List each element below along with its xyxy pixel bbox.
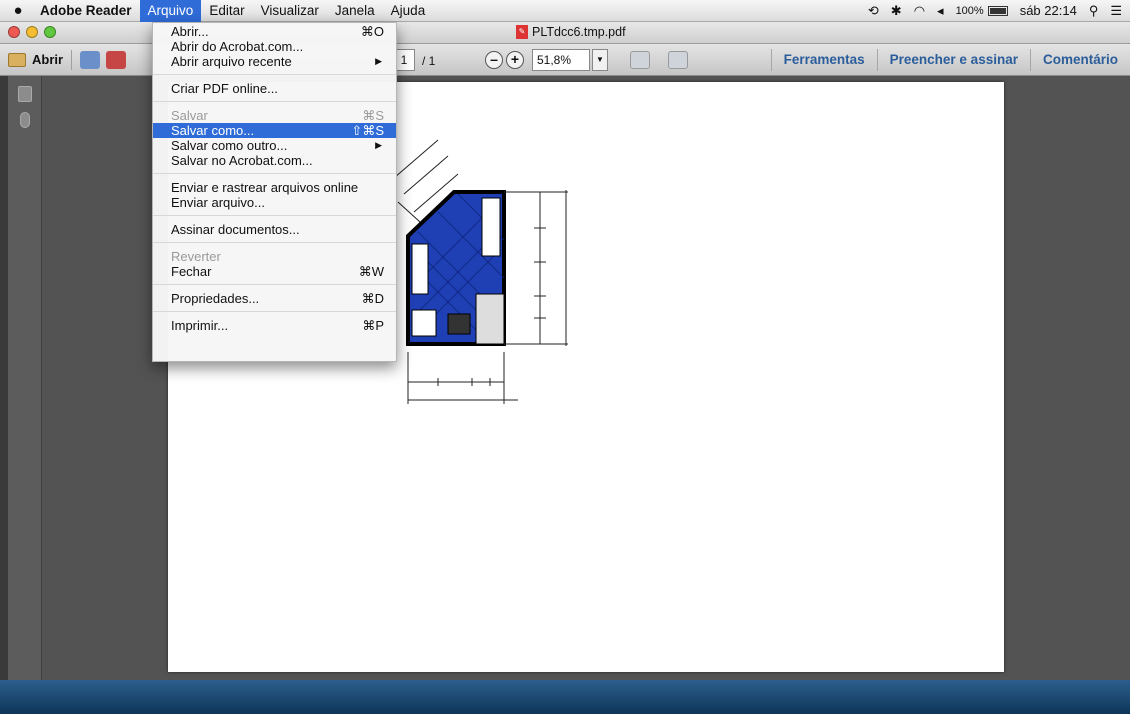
menu-separator [153, 284, 396, 285]
menu-separator [153, 101, 396, 102]
page-thumbnails-icon[interactable] [17, 86, 32, 102]
pdf-file-icon: ✎ [516, 25, 528, 39]
menu-separator [153, 215, 396, 216]
menu-separator [153, 242, 396, 243]
tools-link[interactable]: Ferramentas [770, 49, 877, 71]
menu-item-label: Salvar no Acrobat.com... [171, 153, 313, 168]
menu-item-label: Propriedades... [171, 291, 260, 306]
fill-and-sign-link[interactable]: Preencher e assinar [876, 49, 1030, 71]
open-button[interactable]: Abrir [0, 52, 63, 67]
menu-item-label: Salvar [171, 108, 208, 123]
menu-item-label: Assinar documentos... [171, 222, 300, 237]
comment-link[interactable]: Comentário [1029, 49, 1130, 71]
menu-item-abrir-recente[interactable]: Abrir arquivo recente ▶ [153, 54, 396, 69]
zoom-in-button[interactable]: + [506, 51, 524, 69]
attachments-icon[interactable] [19, 112, 30, 128]
menu-item-label: Enviar e rastrear arquivos online [171, 180, 359, 195]
menu-item-label: Abrir do Acrobat.com... [171, 39, 304, 54]
status-area: ⟲ ✱ ◠ ◂ 100% sáb 22:14 ⚲ ☰ [868, 3, 1130, 19]
menu-item-label: Fechar [171, 264, 212, 279]
window-title-text: PLTdcc6.tmp.pdf [532, 25, 626, 39]
menu-item-assinar[interactable]: Assinar documentos... [153, 222, 396, 237]
menu-item-shortcut: ⌘O [360, 24, 384, 39]
bluetooth-icon[interactable]: ✱ [891, 3, 902, 19]
menu-item-salvar-como[interactable]: Salvar como... ⇧⌘S [153, 123, 396, 138]
window-title: ✎ PLTdcc6.tmp.pdf [516, 25, 626, 39]
submenu-arrow-icon: ▶ [375, 56, 382, 66]
menu-bar: ● Adobe Reader Arquivo Editar Visualizar… [0, 0, 1130, 22]
menu-item-abrir[interactable]: Abrir... ⌘O [153, 24, 396, 39]
zoom-dropdown-icon[interactable]: ▼ [592, 49, 608, 71]
menu-arquivo[interactable]: Arquivo [139, 0, 202, 22]
menu-item-enviar-rastrear[interactable]: Enviar e rastrear arquivos online [153, 180, 396, 195]
menu-visualizar[interactable]: Visualizar [253, 0, 327, 22]
menu-item-label: Imprimir... [171, 318, 229, 333]
zoom-out-button[interactable]: – [485, 51, 503, 69]
menu-item-shortcut: ⌘S [362, 108, 384, 123]
battery-icon [987, 5, 1008, 16]
menu-item-shortcut: ⇧⌘S [351, 123, 384, 138]
menu-separator [153, 74, 396, 75]
zoom-level-input[interactable]: 51,8% [532, 49, 590, 71]
spotlight-icon[interactable]: ⚲ [1089, 3, 1099, 19]
menu-item-salvar-como-outro[interactable]: Salvar como outro... ▶ [153, 138, 396, 153]
volume-icon[interactable]: ◂ [937, 3, 944, 19]
fit-page-icon[interactable] [630, 51, 650, 69]
menu-item-label: Salvar como... [171, 123, 255, 138]
desktop-dock-area [0, 680, 1130, 714]
menu-ajuda[interactable]: Ajuda [383, 0, 434, 22]
wifi-icon[interactable]: ◠ [914, 3, 925, 19]
menu-item-label: Abrir... [171, 24, 209, 39]
clock[interactable]: sáb 22:14 [1020, 3, 1077, 18]
menu-separator [153, 173, 396, 174]
menu-item-shortcut: ⌘D [361, 291, 384, 306]
menu-item-propriedades[interactable]: Propriedades... ⌘D [153, 291, 396, 306]
menu-item-reverter: Reverter [153, 249, 396, 264]
apple-menu-icon[interactable]: ● [0, 2, 36, 19]
close-window-button[interactable] [8, 26, 20, 38]
battery-percent: 100% [955, 4, 984, 17]
full-screen-icon[interactable] [668, 51, 688, 69]
menu-item-label: Enviar arquivo... [171, 195, 265, 210]
menu-item-shortcut: ⌘P [362, 318, 384, 333]
menu-item-label: Criar PDF online... [171, 81, 278, 96]
menu-item-shortcut: ⌘W [358, 264, 384, 279]
menu-item-fechar[interactable]: Fechar ⌘W [153, 264, 396, 279]
file-menu-dropdown: Abrir... ⌘O Abrir do Acrobat.com... Abri… [152, 22, 397, 362]
notification-center-icon[interactable]: ☰ [1110, 3, 1122, 19]
menu-separator [153, 311, 396, 312]
minimize-window-button[interactable] [26, 26, 38, 38]
zoom-window-button[interactable] [44, 26, 56, 38]
create-pdf-icon[interactable] [80, 50, 101, 69]
toolbar-divider [71, 49, 73, 70]
menu-item-abrir-acrobat[interactable]: Abrir do Acrobat.com... [153, 39, 396, 54]
menu-item-enviar-arquivo[interactable]: Enviar arquivo... [153, 195, 396, 210]
time-machine-icon[interactable]: ⟲ [868, 3, 879, 19]
menu-item-salvar-acrobat[interactable]: Salvar no Acrobat.com... [153, 153, 396, 168]
battery-status[interactable]: 100% [956, 5, 1008, 17]
open-label: Abrir [32, 52, 64, 67]
window-left-edge [0, 76, 8, 680]
navigation-sidebar [8, 76, 42, 680]
print-icon[interactable] [106, 50, 127, 69]
menu-item-imprimir[interactable]: Imprimir... ⌘P [153, 318, 396, 333]
menu-item-label: Reverter [171, 249, 221, 264]
submenu-arrow-icon: ▶ [375, 140, 382, 150]
folder-icon [8, 52, 26, 67]
page-total: / 1 [422, 54, 436, 68]
app-menu[interactable]: Adobe Reader [36, 0, 140, 22]
menu-janela[interactable]: Janela [327, 0, 383, 22]
menu-editar[interactable]: Editar [201, 0, 252, 22]
menu-item-label: Salvar como outro... [171, 138, 288, 153]
menu-item-salvar: Salvar ⌘S [153, 108, 396, 123]
menu-item-criar-pdf[interactable]: Criar PDF online... [153, 81, 396, 96]
menu-item-label: Abrir arquivo recente [171, 54, 292, 69]
